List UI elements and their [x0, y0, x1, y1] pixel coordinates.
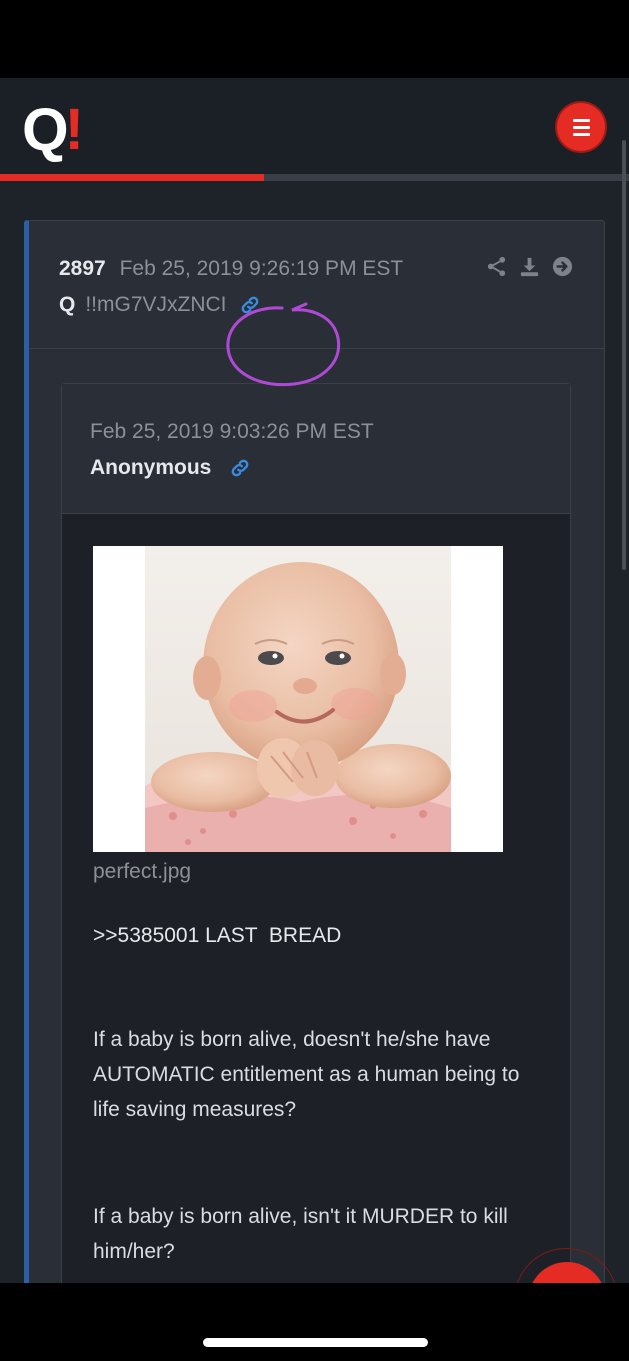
post-meta: 2897 Feb 25, 2019 9:26:19 PM EST — [59, 257, 403, 281]
post-text-paragraph: If a baby is born alive, doesn't he/she … — [93, 1028, 520, 1121]
site-header: Q ! — [0, 78, 629, 174]
post-number[interactable]: 2897 — [59, 257, 106, 280]
reading-progress-bar — [0, 174, 629, 181]
q-post-card: 2897 Feb 25, 2019 9:26:19 PM EST Q !!mG7… — [24, 220, 605, 1283]
reading-progress-fill — [0, 174, 265, 181]
quoted-post: Feb 25, 2019 9:03:26 PM EST Anonymous pe… — [61, 383, 571, 1283]
post-tripcode: !!mG7VJxZNCI — [85, 293, 227, 316]
post-date: Feb 25, 2019 9:26:19 PM EST — [119, 257, 404, 280]
app-viewport: Q ! 2897 Feb 25, 2019 9:26:19 PM EST Q !… — [0, 78, 629, 1283]
post-text-paragraph: If a baby is born alive, isn't it MURDER… — [93, 1205, 508, 1263]
scrollbar[interactable] — [622, 140, 626, 570]
site-logo[interactable]: Q ! — [22, 100, 84, 160]
logo-q: Q — [22, 96, 69, 163]
reply-reference[interactable]: >>5385001 LAST BREAD — [93, 924, 341, 948]
bottom-safe-area — [0, 1283, 629, 1361]
logo-exclamation: ! — [64, 97, 84, 162]
hamburger-menu-icon[interactable] — [557, 103, 605, 151]
status-bar-area — [0, 0, 629, 78]
image-filename[interactable]: perfect.jpg — [93, 860, 191, 884]
quoted-post-header: Feb 25, 2019 9:03:26 PM EST Anonymous — [62, 384, 570, 514]
quoted-post-date: Feb 25, 2019 9:03:26 PM EST — [90, 420, 374, 443]
link-icon[interactable] — [239, 294, 261, 316]
share-icon[interactable] — [485, 255, 508, 278]
home-indicator[interactable] — [203, 1338, 428, 1347]
post-author-row: Q !!mG7VJxZNCI — [59, 293, 261, 317]
post-header: 2897 Feb 25, 2019 9:26:19 PM EST Q !!mG7… — [29, 221, 605, 349]
download-icon[interactable] — [518, 255, 541, 278]
link-icon[interactable] — [229, 457, 251, 479]
quoted-post-author-row: Anonymous — [90, 456, 251, 480]
post-actions — [485, 255, 574, 278]
baby-photo-illustration — [93, 546, 503, 852]
attached-image-baby[interactable] — [93, 546, 503, 852]
arrow-right-circle-icon[interactable] — [551, 255, 574, 278]
post-author: Q — [59, 293, 76, 316]
quoted-post-author: Anonymous — [90, 456, 212, 479]
